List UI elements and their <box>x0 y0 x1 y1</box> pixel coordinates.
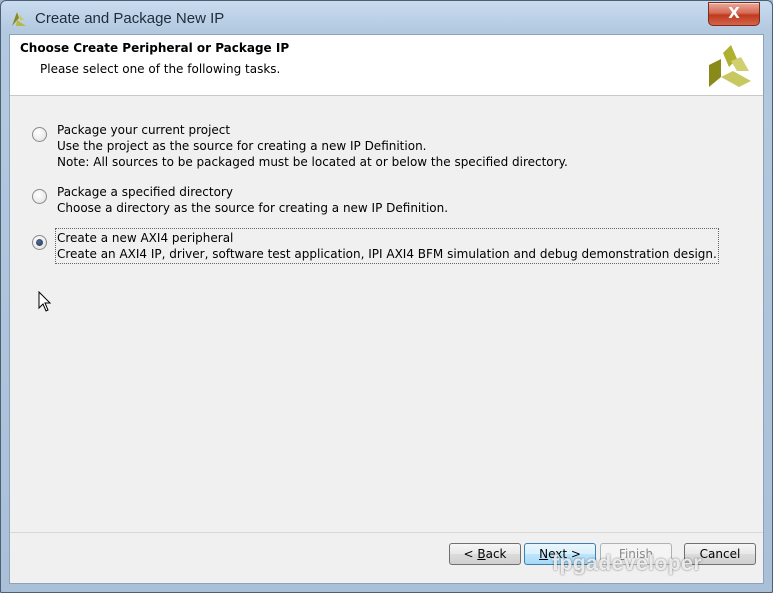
window-title: Create and Package New IP <box>35 10 225 27</box>
back-button[interactable]: < Back <box>449 543 521 565</box>
option-description: Create an AXI4 IP, driver, software test… <box>57 247 717 261</box>
close-button[interactable]: X <box>708 2 760 26</box>
wizard-header: Choose Create Peripheral or Package IP P… <box>10 35 763 96</box>
watermark-text: fpgadeveloper <box>552 552 703 575</box>
page-title: Choose Create Peripheral or Package IP <box>20 41 290 55</box>
radio-package-current-project[interactable] <box>32 127 47 142</box>
next-mnemonic: N <box>539 547 549 561</box>
radio-package-specified-directory[interactable] <box>32 189 47 204</box>
back-label-rest: ack <box>485 547 507 561</box>
option-description: Use the project as the source for creati… <box>57 139 427 153</box>
option-title: Package your current project <box>57 123 231 137</box>
dialog-window: Create and Package New IP X Choose Creat… <box>0 0 773 593</box>
vivado-app-icon <box>12 12 26 26</box>
option-title: Create a new AXI4 peripheral <box>57 231 234 245</box>
option-title: Package a specified directory <box>57 185 233 199</box>
radio-create-axi4-peripheral[interactable] <box>32 235 47 250</box>
mouse-cursor-icon <box>38 291 52 312</box>
options-panel: Package your current project Use the pro… <box>10 96 763 533</box>
option-description: Choose a directory as the source for cre… <box>57 201 449 215</box>
option-note: Note: All sources to be packaged must be… <box>57 155 568 169</box>
title-bar[interactable]: Create and Package New IP X <box>1 1 772 35</box>
page-subtitle: Please select one of the following tasks… <box>40 62 281 76</box>
dialog-client: Choose Create Peripheral or Package IP P… <box>9 34 764 584</box>
back-label-prefix: < <box>463 547 478 561</box>
back-mnemonic: B <box>477 547 486 561</box>
xilinx-logo-icon <box>709 45 751 87</box>
